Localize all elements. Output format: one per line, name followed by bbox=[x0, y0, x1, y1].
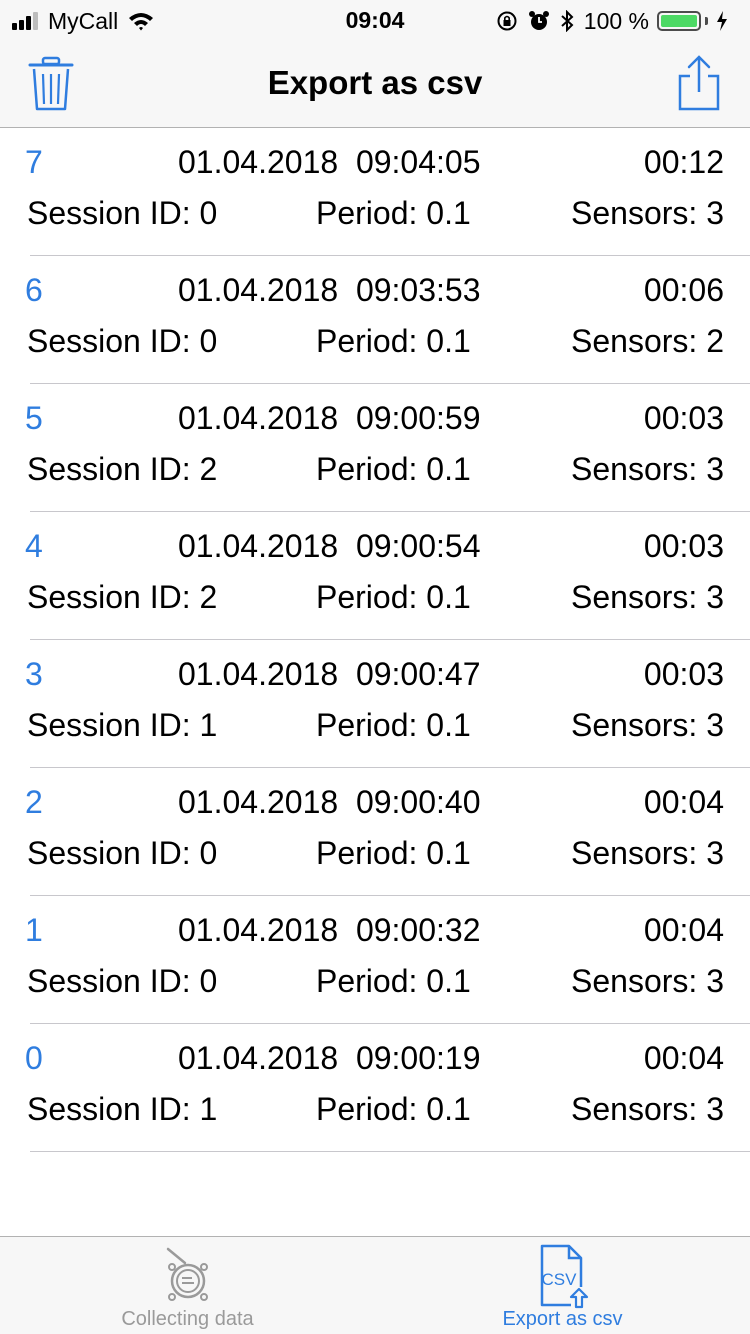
session-period: Period: 0.1 bbox=[316, 579, 471, 615]
alarm-icon bbox=[528, 11, 549, 30]
session-datetime: 01.04.2018 09:00:54 bbox=[178, 528, 481, 564]
csv-icon-text: CSV bbox=[541, 1270, 577, 1289]
charging-icon bbox=[717, 11, 727, 31]
session-datetime: 01.04.2018 09:03:53 bbox=[178, 272, 481, 308]
session-number: 0 bbox=[25, 1040, 43, 1076]
tab-label: Export as csv bbox=[502, 1308, 623, 1330]
session-period: Period: 0.1 bbox=[316, 707, 471, 743]
list-item[interactable]: 7 01.04.2018 09:04:05 00:12 Session ID: … bbox=[0, 128, 750, 256]
session-number: 5 bbox=[25, 400, 43, 436]
session-datetime: 01.04.2018 09:00:19 bbox=[178, 1040, 481, 1076]
session-period: Period: 0.1 bbox=[316, 835, 471, 871]
session-period: Period: 0.1 bbox=[316, 963, 471, 999]
session-sensors: Sensors: 3 bbox=[571, 835, 724, 871]
session-datetime: 01.04.2018 09:00:32 bbox=[178, 912, 481, 948]
session-sensors: Sensors: 3 bbox=[571, 1091, 724, 1127]
session-id: Session ID: 2 bbox=[27, 579, 218, 615]
session-sensors: Sensors: 3 bbox=[571, 451, 724, 487]
session-sensors: Sensors: 3 bbox=[571, 579, 724, 615]
session-datetime: 01.04.2018 09:00:59 bbox=[178, 400, 481, 436]
session-id: Session ID: 0 bbox=[27, 195, 218, 231]
robot-icon bbox=[166, 1247, 208, 1301]
session-number: 1 bbox=[25, 912, 43, 948]
session-number: 2 bbox=[25, 784, 43, 820]
session-sensors: Sensors: 3 bbox=[571, 707, 724, 743]
csv-file-icon: CSV bbox=[540, 1244, 588, 1309]
battery-percent: 100 % bbox=[583, 7, 649, 34]
status-bar: MyCall 09:04 100 % bbox=[0, 0, 750, 40]
session-id: Session ID: 0 bbox=[27, 963, 218, 999]
session-id: Session ID: 1 bbox=[27, 707, 218, 743]
session-duration: 00:03 bbox=[643, 656, 724, 692]
session-id: Session ID: 1 bbox=[27, 1091, 218, 1127]
session-datetime: 01.04.2018 09:04:05 bbox=[178, 144, 481, 180]
session-duration: 00:06 bbox=[643, 272, 724, 308]
list-item[interactable]: 0 01.04.2018 09:00:19 00:04 Session ID: … bbox=[0, 1024, 750, 1152]
screen: MyCall 09:04 100 % Export as csv 7 01.04… bbox=[0, 0, 750, 1334]
session-datetime: 01.04.2018 09:00:40 bbox=[178, 784, 481, 820]
share-button[interactable] bbox=[676, 54, 722, 112]
orientation-lock-icon bbox=[497, 11, 517, 31]
session-duration: 00:04 bbox=[643, 1040, 724, 1076]
list-item[interactable]: 5 01.04.2018 09:00:59 00:03 Session ID: … bbox=[0, 384, 750, 512]
navigation-bar: Export as csv bbox=[0, 40, 750, 128]
tab-collecting-data[interactable]: Collecting data bbox=[0, 1237, 375, 1334]
session-duration: 00:03 bbox=[643, 400, 724, 436]
session-number: 6 bbox=[25, 272, 43, 308]
session-number: 4 bbox=[25, 528, 43, 564]
session-sensors: Sensors: 2 bbox=[571, 323, 724, 359]
session-sensors: Sensors: 3 bbox=[571, 195, 724, 231]
session-datetime: 01.04.2018 09:00:47 bbox=[178, 656, 481, 692]
session-list: 7 01.04.2018 09:04:05 00:12 Session ID: … bbox=[0, 128, 750, 1152]
session-period: Period: 0.1 bbox=[316, 323, 471, 359]
session-period: Period: 0.1 bbox=[316, 195, 471, 231]
session-period: Period: 0.1 bbox=[316, 451, 471, 487]
list-item[interactable]: 1 01.04.2018 09:00:32 00:04 Session ID: … bbox=[0, 896, 750, 1024]
share-icon bbox=[678, 55, 720, 111]
list-item[interactable]: 4 01.04.2018 09:00:54 00:03 Session ID: … bbox=[0, 512, 750, 640]
session-duration: 00:04 bbox=[643, 784, 724, 820]
session-id: Session ID: 0 bbox=[27, 323, 218, 359]
session-period: Period: 0.1 bbox=[316, 1091, 471, 1127]
battery-fill bbox=[661, 15, 697, 27]
tab-export-csv[interactable]: CSV Export as csv bbox=[375, 1237, 750, 1334]
session-id: Session ID: 0 bbox=[27, 835, 218, 871]
session-duration: 00:03 bbox=[643, 528, 724, 564]
bluetooth-icon bbox=[561, 10, 574, 32]
session-duration: 00:12 bbox=[643, 144, 724, 180]
session-number: 3 bbox=[25, 656, 43, 692]
list-item[interactable]: 2 01.04.2018 09:00:40 00:04 Session ID: … bbox=[0, 768, 750, 896]
session-id: Session ID: 2 bbox=[27, 451, 218, 487]
list-item[interactable]: 6 01.04.2018 09:03:53 00:06 Session ID: … bbox=[0, 256, 750, 384]
battery-tip bbox=[705, 17, 708, 25]
status-right: 100 % bbox=[496, 8, 738, 34]
session-number: 7 bbox=[25, 144, 43, 180]
tab-label: Collecting data bbox=[121, 1308, 254, 1330]
page-title: Export as csv bbox=[267, 64, 483, 101]
session-duration: 00:04 bbox=[643, 912, 724, 948]
session-sensors: Sensors: 3 bbox=[571, 963, 724, 999]
battery-icon bbox=[657, 11, 701, 31]
list-item[interactable]: 3 01.04.2018 09:00:47 00:03 Session ID: … bbox=[0, 640, 750, 768]
tab-bar: Collecting data CSV Export as csv bbox=[0, 1236, 750, 1334]
